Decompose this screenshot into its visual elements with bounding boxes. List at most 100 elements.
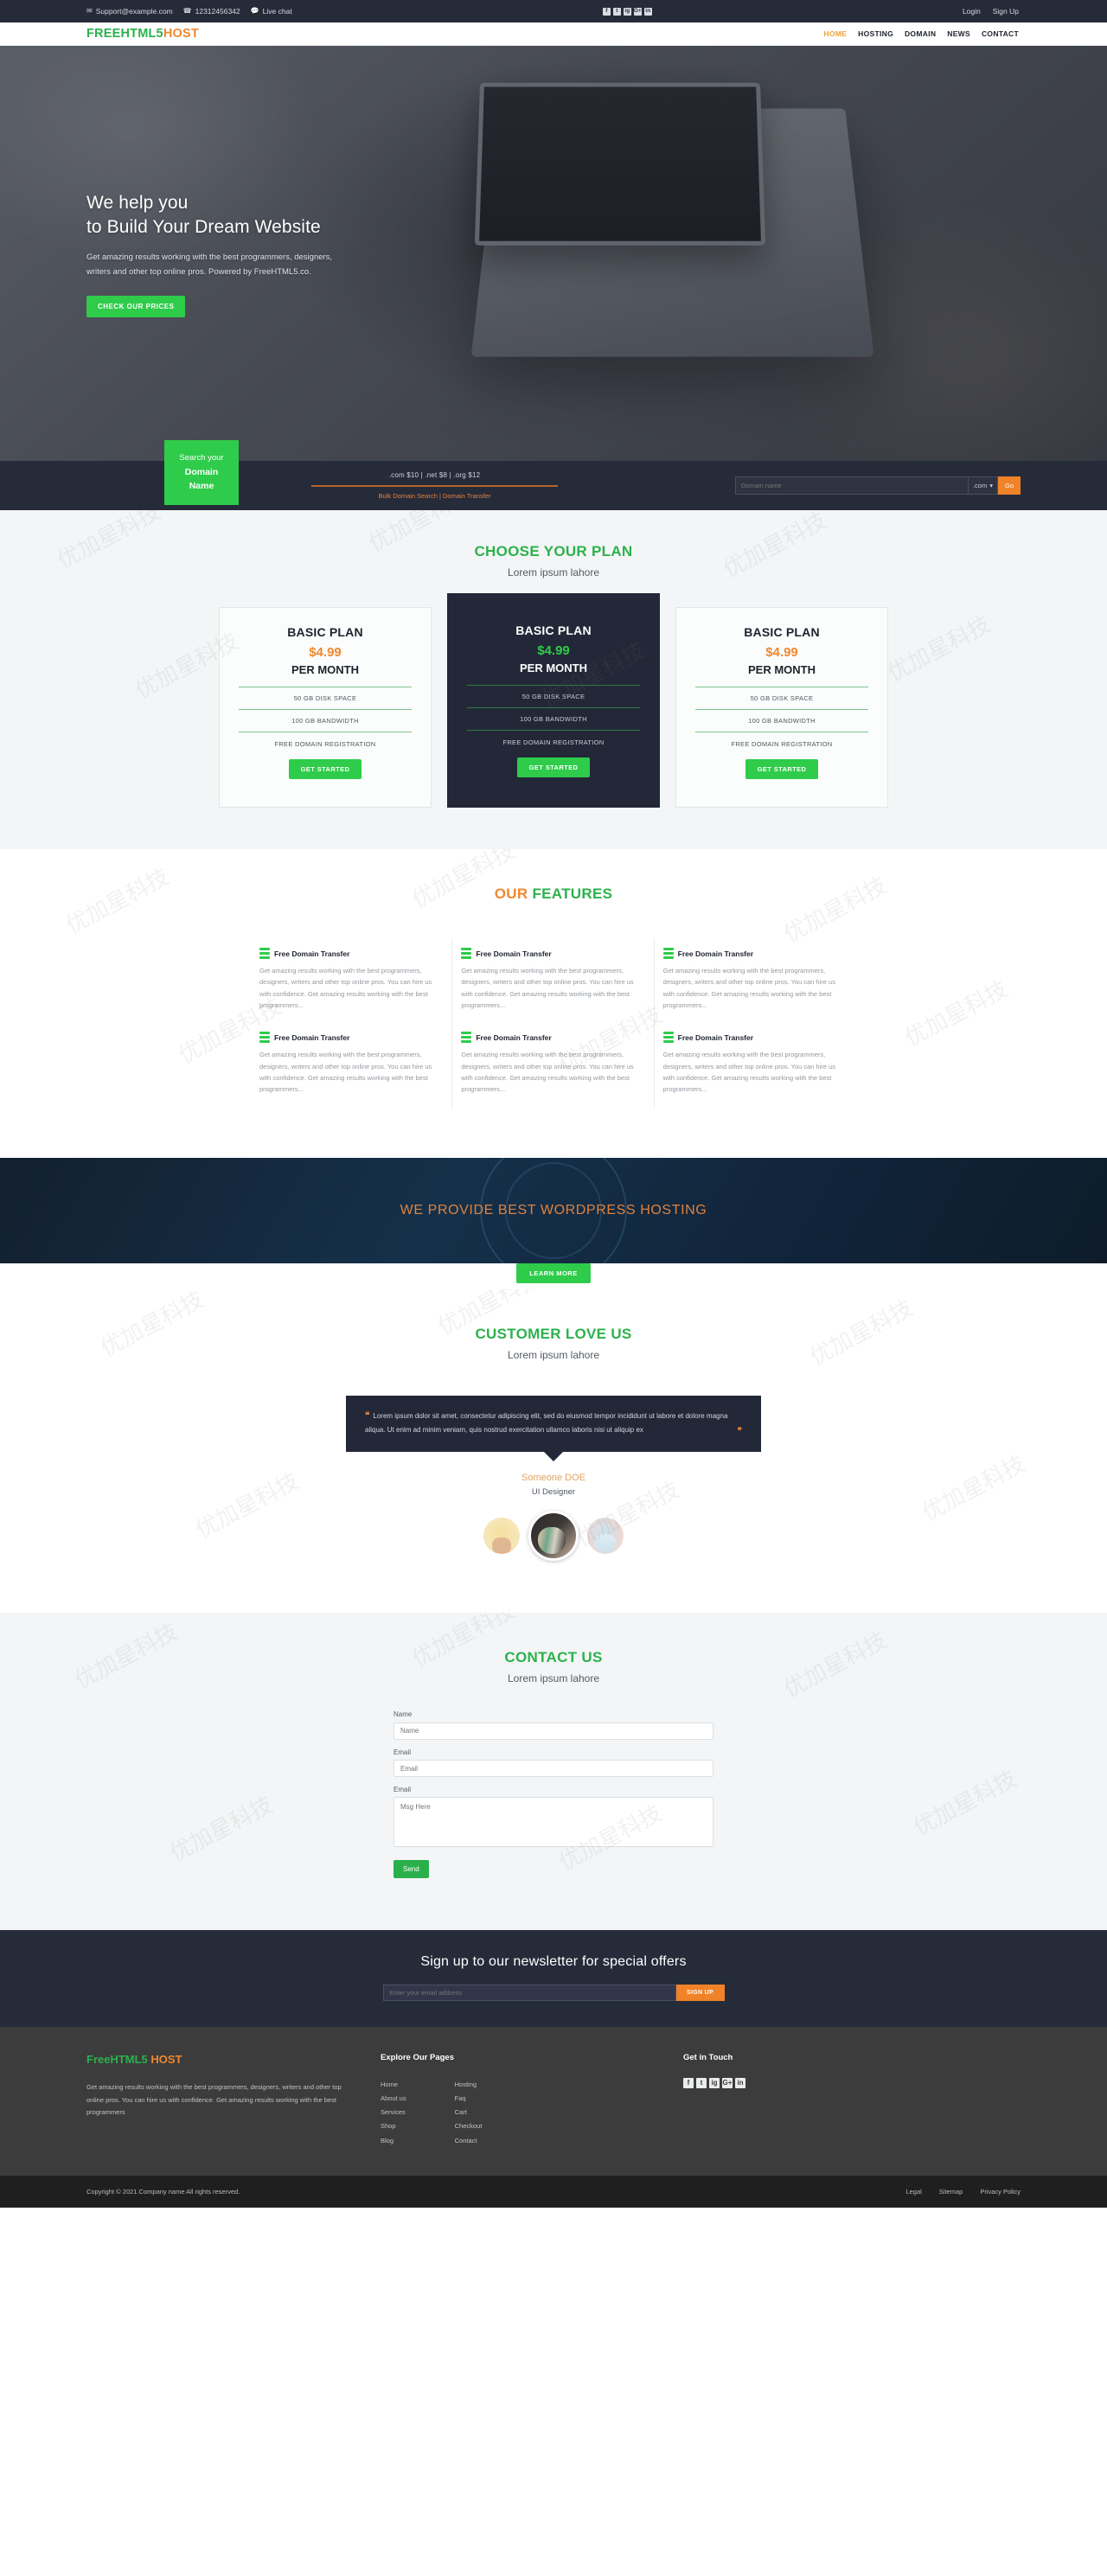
phone-contact[interactable]: ☎ 12312456342 <box>183 7 240 16</box>
plan-get-started-button[interactable]: GET STARTED <box>288 759 362 779</box>
plan-get-started-button[interactable]: GET STARTED <box>516 757 591 777</box>
wordpress-banner: WE PROVIDE BEST WORDPRESS HOSTING <box>0 1157 1107 1263</box>
testimonial-card: ❝ Lorem ipsum dolor sit amet, consectetur… <box>346 1395 761 1453</box>
footer-link-home[interactable]: Home <box>381 2081 398 2088</box>
plan-price: $4.99 <box>537 643 570 658</box>
facebook-icon[interactable]: f <box>683 2078 694 2089</box>
message-textarea[interactable] <box>394 1797 713 1848</box>
logo-green-text: FREEHTML5 <box>86 27 163 41</box>
email-field-label: Email <box>394 1748 412 1756</box>
nav-item-domain[interactable]: DOMAIN <box>905 29 936 38</box>
footer-link-faq[interactable]: Faq <box>455 2094 466 2102</box>
list-item: Blog <box>381 2134 406 2148</box>
server-rack-icon <box>461 1032 472 1044</box>
feature-item: Free Domain Transfer Get amazing results… <box>452 939 655 1024</box>
learn-more-button[interactable]: LEARN MORE <box>516 1262 591 1283</box>
name-input[interactable] <box>394 1722 713 1740</box>
badge-line-3: Name <box>189 480 214 491</box>
chat-bubble-icon: 💬 <box>250 7 259 15</box>
plan-feature-disk: 50 GB DISK SPACE <box>695 687 868 709</box>
features-title: OUR FEATURES <box>0 885 1107 903</box>
twitter-icon[interactable]: t <box>696 2078 707 2089</box>
plans-title-text: CHOOSE YOUR PLAN <box>474 543 633 559</box>
top-bar-account-links: Login Sign Up <box>963 7 1038 16</box>
footer-link-about[interactable]: About us <box>381 2094 406 2102</box>
footer-link-services[interactable]: Services <box>381 2108 406 2116</box>
plans-section: 优加星科技 优加星科技 优加星科技 优加星科技 优加星科技 优加星科技 CHOO… <box>0 510 1107 849</box>
login-link[interactable]: Login <box>963 7 981 16</box>
footer-logo[interactable]: FreeHTML5 HOST <box>86 2053 346 2066</box>
copyright-text: Copyright © 2021.Company name All rights… <box>86 2187 240 2196</box>
plan-feature-domain: FREE DOMAIN REGISTRATION <box>274 740 376 748</box>
domain-name-input[interactable] <box>735 476 969 495</box>
testimonial-section: 优加星科技 优加星科技 优加星科技 优加星科技 优加星科技 优加星科技 CUST… <box>0 1288 1107 1614</box>
linkedin-icon[interactable]: in <box>643 7 652 16</box>
footer-link-blog[interactable]: Blog <box>381 2137 394 2145</box>
email-text: Support@example.com <box>95 7 173 16</box>
signup-link[interactable]: Sign Up <box>993 7 1019 16</box>
tld-select[interactable]: .com ▾ <box>968 476 998 495</box>
send-button[interactable]: Send <box>394 1860 429 1879</box>
phone-icon: ☎ <box>182 7 192 15</box>
footer-link-contact[interactable]: Contact <box>455 2137 477 2145</box>
plan-card-basic-2-featured[interactable]: BASIC PLAN $4.99 PER MONTH 50 GB DISK SP… <box>447 593 660 808</box>
footer-logo-orange: HOST <box>150 2053 182 2067</box>
google-plus-icon[interactable]: G+ <box>722 2078 733 2089</box>
list-item: Cart <box>455 2106 483 2119</box>
plan-feature-domain: FREE DOMAIN REGISTRATION <box>502 738 605 746</box>
plan-period: PER MONTH <box>520 662 587 674</box>
message-field-label: Email <box>394 1786 412 1794</box>
badge-line-2: Domain <box>184 466 219 477</box>
nav-item-home[interactable]: HOME <box>823 29 847 38</box>
footer-link-hosting[interactable]: Hosting <box>455 2081 477 2088</box>
domain-go-button[interactable]: Go <box>998 476 1021 495</box>
server-rack-icon <box>662 1032 674 1044</box>
nav-item-hosting[interactable]: HOSTING <box>858 29 893 38</box>
plan-get-started-button[interactable]: GET STARTED <box>745 759 819 779</box>
nav-item-contact[interactable]: CONTACT <box>982 29 1019 38</box>
instagram-icon[interactable]: ig <box>709 2078 720 2089</box>
feature-title: Free Domain Transfer <box>274 1032 350 1042</box>
email-contact[interactable]: ✉ Support@example.com <box>86 7 173 16</box>
twitter-icon[interactable]: t <box>612 7 621 16</box>
live-chat-link[interactable]: 💬 Live chat <box>251 7 292 16</box>
privacy-policy-link[interactable]: Privacy Policy <box>980 2188 1021 2196</box>
newsletter-signup-button[interactable]: SIGN UP <box>675 1985 725 2002</box>
wordpress-banner-title: WE PROVIDE BEST WORDPRESS HOSTING <box>400 1202 707 1218</box>
sitemap-link[interactable]: Sitemap <box>939 2188 963 2196</box>
list-item: Hosting <box>455 2078 483 2092</box>
footer-link-shop[interactable]: Shop <box>381 2122 396 2130</box>
avatar-thumb-3[interactable] <box>587 1518 624 1555</box>
newsletter-email-input[interactable] <box>382 1985 676 2002</box>
plan-card-basic-1[interactable]: BASIC PLAN $4.99 PER MONTH 50 GB DISK SP… <box>219 607 432 808</box>
google-plus-icon[interactable]: G+ <box>633 7 642 16</box>
check-prices-button[interactable]: CHECK OUR PRICES <box>86 295 186 317</box>
testimonial-title-text: CUSTOMER LOVE US <box>475 1325 632 1342</box>
instagram-icon[interactable]: ig <box>623 7 631 16</box>
email-input[interactable] <box>394 1760 713 1778</box>
hero-title-line2: to Build Your Dream Website <box>86 216 321 237</box>
feature-title: Free Domain Transfer <box>476 1032 552 1042</box>
site-logo[interactable]: FREEHTML5HOST <box>69 27 199 41</box>
features-title-orange: OUR <box>494 885 528 902</box>
features-section: 优加星科技 优加星科技 优加星科技 优加星科技 优加星科技 优加星科技 OUR … <box>0 849 1107 1158</box>
domain-prices-text: .com $10 | .net $8 | .org $12 <box>388 471 481 479</box>
footer-link-cart[interactable]: Cart <box>455 2108 467 2116</box>
hero-title: We help you to Build Your Dream Website <box>86 191 1038 239</box>
plan-card-basic-3[interactable]: BASIC PLAN $4.99 PER MONTH 50 GB DISK SP… <box>675 607 888 808</box>
footer-about-text: Get amazing results working with the bes… <box>86 2083 342 2117</box>
nav-item-news[interactable]: NEWS <box>947 29 970 38</box>
avatar-thumb-1[interactable] <box>483 1518 520 1555</box>
avatar-thumb-2-active[interactable] <box>528 1511 579 1562</box>
facebook-icon[interactable]: f <box>602 7 611 16</box>
footer-touch-heading: Get in Touch <box>683 2053 733 2063</box>
page-root: ✉ Support@example.com ☎ 12312456342 💬 Li… <box>0 0 1107 2208</box>
bulk-domain-links[interactable]: Bulk Domain Search | Domain Transfer <box>311 492 558 500</box>
plans-grid: BASIC PLAN $4.99 PER MONTH 50 GB DISK SP… <box>0 593 1107 808</box>
feature-item: Free Domain Transfer Get amazing results… <box>452 1023 655 1108</box>
legal-link[interactable]: Legal <box>905 2188 921 2196</box>
testimonial-author-role: UI Designer <box>531 1487 576 1498</box>
linkedin-icon[interactable]: in <box>735 2078 745 2089</box>
testimonial-author-name: Someone DOE <box>522 1473 585 1484</box>
footer-link-checkout[interactable]: Checkout <box>455 2122 483 2130</box>
